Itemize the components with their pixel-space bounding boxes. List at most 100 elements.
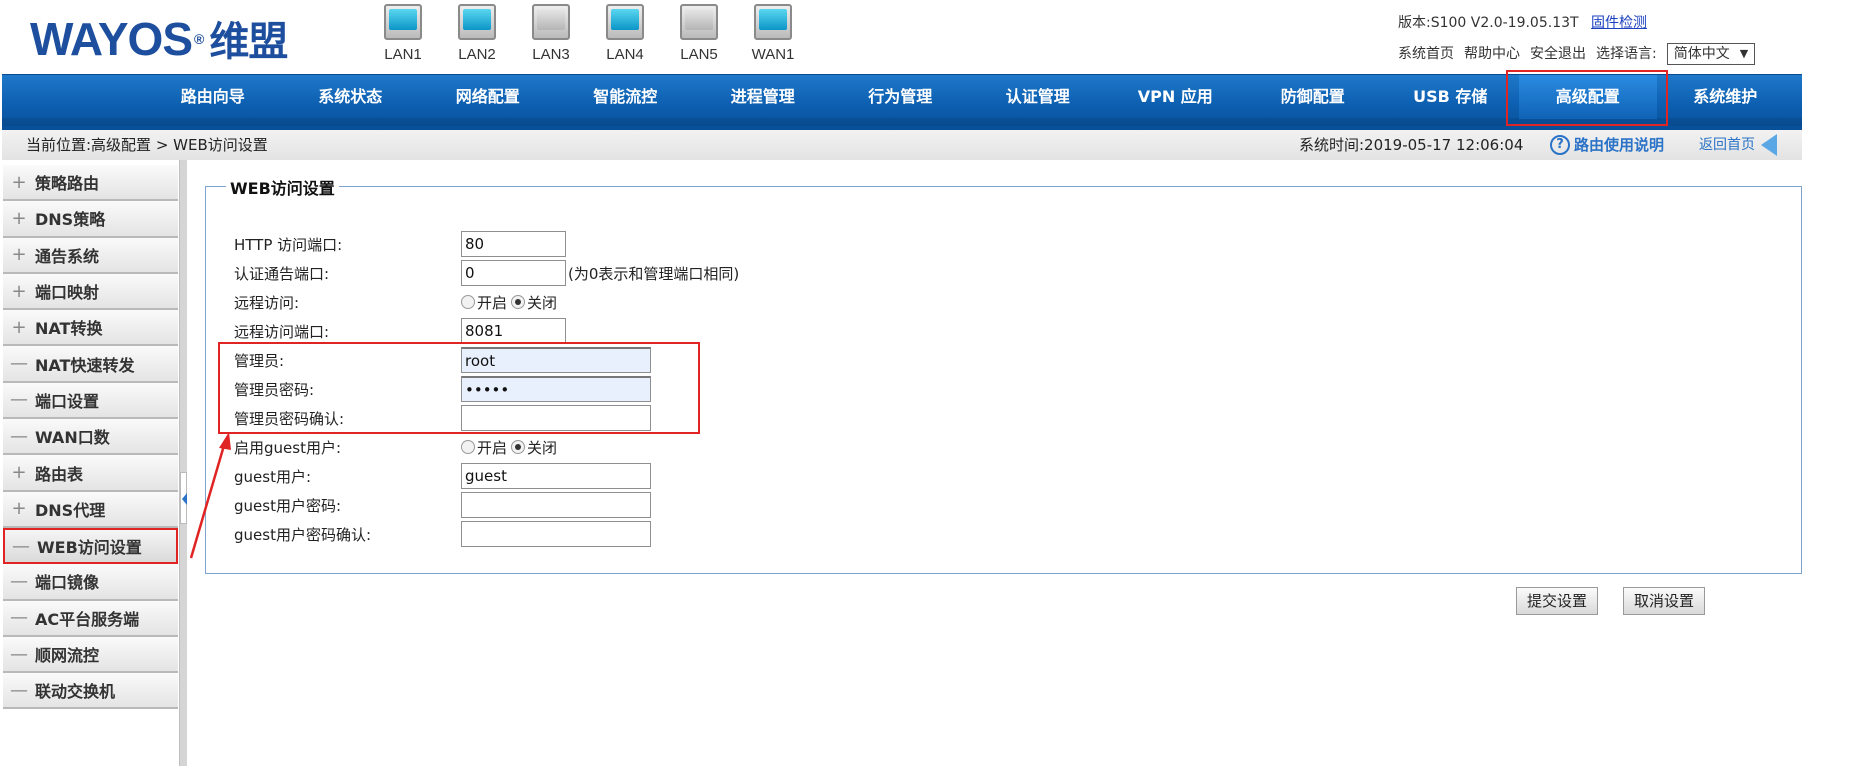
guest-user-input[interactable] <box>461 463 651 489</box>
collapse-icon: — <box>10 679 28 701</box>
guest-enable-on-radio[interactable]: 开启 <box>461 437 507 458</box>
sidebar-item-port-settings[interactable]: — 端口设置 <box>3 382 178 420</box>
sidebar-item-port-mirror[interactable]: — 端口镜像 <box>3 564 178 601</box>
nav-process-mgmt[interactable]: 进程管理 <box>694 75 832 119</box>
auth-port-input[interactable] <box>461 260 566 286</box>
sidebar-item-nat[interactable]: + NAT转换 <box>3 310 178 347</box>
back-home-link[interactable]: 返回首页 <box>1699 130 1777 160</box>
port-lan5[interactable]: LAN5 <box>662 4 736 63</box>
port-wan1[interactable]: WAN1 <box>736 4 810 63</box>
sidebar-item-policy-route[interactable]: + 策略路由 <box>3 165 178 202</box>
radio-icon <box>461 440 475 454</box>
highlight-box-admin-fields <box>218 342 700 434</box>
sidebar-list: + 策略路由 + DNS策略 + 通告系统 + 端口映射 + NAT转换 — NAT快速转发… <box>3 165 178 710</box>
sidebar-item-wan-count[interactable]: — WAN口数 <box>3 419 178 456</box>
sidebar-item-notice-system[interactable]: + 通告系统 <box>3 237 178 274</box>
http-port-input[interactable] <box>461 231 566 257</box>
sidebar-item-label: 联动交换机 <box>35 682 116 702</box>
sidebar-item-web-access[interactable]: — WEB访问设置 <box>3 527 178 565</box>
logo-text: WAYOS <box>30 13 193 65</box>
sidebar-item-port-mapping[interactable]: + 端口映射 <box>3 273 178 311</box>
help-link-label: 路由使用说明 <box>1574 136 1665 154</box>
nav-behavior-mgmt[interactable]: 行为管理 <box>832 75 970 119</box>
annotation-arrow <box>189 432 231 559</box>
radio-label: 开启 <box>477 293 508 312</box>
port-lan2[interactable]: LAN2 <box>440 4 514 63</box>
port-label: WAN1 <box>751 46 795 63</box>
nav-system-maintenance[interactable]: 系统维护 <box>1657 75 1795 119</box>
sidebar-item-label: 策略路由 <box>35 174 100 194</box>
router-admin-app: WAYOS ® 维盟 LAN1 LAN2 LAN3 LAN4 LAN5 WAN1 版… <box>0 0 1802 766</box>
radio-selected-icon <box>511 295 526 309</box>
sidebar: + 策略路由 + DNS策略 + 通告系统 + 端口映射 + NAT转换 — NAT快速转发… <box>0 160 187 766</box>
port-label: LAN1 <box>384 46 422 63</box>
remote-access-on-radio[interactable]: 开启 <box>461 292 507 313</box>
http-port-label: HTTP 访问端口: <box>234 235 343 254</box>
port-lan1[interactable]: LAN1 <box>366 4 440 63</box>
row-remote-port: 远程访问端口: <box>234 318 566 344</box>
link-help-center[interactable]: 帮助中心 <box>1464 40 1520 68</box>
language-select[interactable]: 简体中文 ▼ <box>1666 43 1756 65</box>
collapse-icon: — <box>12 535 30 557</box>
port-lan4[interactable]: LAN4 <box>588 4 662 63</box>
collapse-icon: — <box>10 353 28 375</box>
version-label: 版本:S100 V2.0-19.05.13T <box>1398 15 1579 31</box>
nav-auth-mgmt[interactable]: 认证管理 <box>969 75 1107 119</box>
radio-icon <box>461 295 475 309</box>
monitor-icon <box>458 4 496 40</box>
sidebar-item-route-table[interactable]: + 路由表 <box>3 455 178 492</box>
sidebar-item-label: DNS策略 <box>35 210 106 230</box>
sidebar-item-shunwang-flow[interactable]: — 顺网流控 <box>3 636 178 674</box>
guest-password-label: guest用户密码: <box>234 496 342 515</box>
row-guest-user: guest用户: <box>234 463 651 489</box>
sidebar-item-label: NAT转换 <box>35 319 103 339</box>
remote-port-input[interactable] <box>461 318 566 344</box>
guest-enable-label: 启用guest用户: <box>234 438 342 457</box>
sidebar-item-label: WEB访问设置 <box>37 538 142 558</box>
guest-password-confirm-label: guest用户密码确认: <box>234 525 372 544</box>
radio-label: 关闭 <box>527 438 558 457</box>
auth-port-label: 认证通告端口: <box>234 264 330 283</box>
guest-password-input[interactable] <box>461 492 651 518</box>
nav-system-status[interactable]: 系统状态 <box>282 75 420 119</box>
nav-route-wizard[interactable]: 路由向导 <box>144 75 282 119</box>
chevron-down-icon: ▼ <box>1739 47 1749 60</box>
remote-port-label: 远程访问端口: <box>234 322 330 341</box>
sidebar-item-label: DNS代理 <box>35 500 106 520</box>
link-logout[interactable]: 安全退出 <box>1530 40 1586 68</box>
sidebar-item-dns-proxy[interactable]: + DNS代理 <box>3 491 178 528</box>
port-lan3[interactable]: LAN3 <box>514 4 588 63</box>
submit-button[interactable]: 提交设置 <box>1516 587 1599 615</box>
sidebar-item-label: 端口镜像 <box>35 573 100 593</box>
nav-flow-control[interactable]: 智能流控 <box>557 75 695 119</box>
collapse-icon: — <box>10 607 28 629</box>
help-link[interactable]: ? 路由使用说明 <box>1550 130 1664 160</box>
monitor-icon <box>680 4 718 40</box>
sidebar-item-linked-switch[interactable]: — 联动交换机 <box>3 673 178 710</box>
sidebar-item-label: NAT快速转发 <box>35 355 135 375</box>
nav-usb-storage[interactable]: USB 存储 <box>1382 75 1520 119</box>
monitor-icon <box>384 4 422 40</box>
wayos-logo[interactable]: WAYOS ® 维盟 <box>30 13 288 67</box>
nav-defense-config[interactable]: 防御配置 <box>1244 75 1382 119</box>
monitor-icon <box>606 4 644 40</box>
expand-icon: + <box>11 498 27 520</box>
remote-access-off-radio[interactable]: 关闭 <box>511 292 557 313</box>
sidebar-item-nat-fast-forward[interactable]: — NAT快速转发 <box>3 346 178 383</box>
link-system-home[interactable]: 系统首页 <box>1398 40 1454 68</box>
guest-user-label: guest用户: <box>234 467 312 486</box>
cancel-button[interactable]: 取消设置 <box>1623 587 1706 615</box>
expand-icon: + <box>11 207 27 229</box>
remote-access-label: 远程访问: <box>234 293 300 312</box>
nav-network-config[interactable]: 网络配置 <box>419 75 557 119</box>
firmware-check-link[interactable]: 固件检测 <box>1591 15 1647 31</box>
nav-vpn[interactable]: VPN 应用 <box>1107 75 1245 119</box>
sidebar-item-dns-policy[interactable]: + DNS策略 <box>3 201 178 238</box>
row-guest-password: guest用户密码: <box>234 492 651 518</box>
guest-enable-off-radio[interactable]: 关闭 <box>511 437 557 458</box>
guest-password-confirm-input[interactable] <box>461 521 651 547</box>
sidebar-item-ac-platform[interactable]: — AC平台服务端 <box>3 600 178 637</box>
port-status-bar: LAN1 LAN2 LAN3 LAN4 LAN5 WAN1 <box>366 4 810 63</box>
port-label: LAN4 <box>606 46 644 63</box>
language-label: 选择语言: <box>1596 46 1657 62</box>
